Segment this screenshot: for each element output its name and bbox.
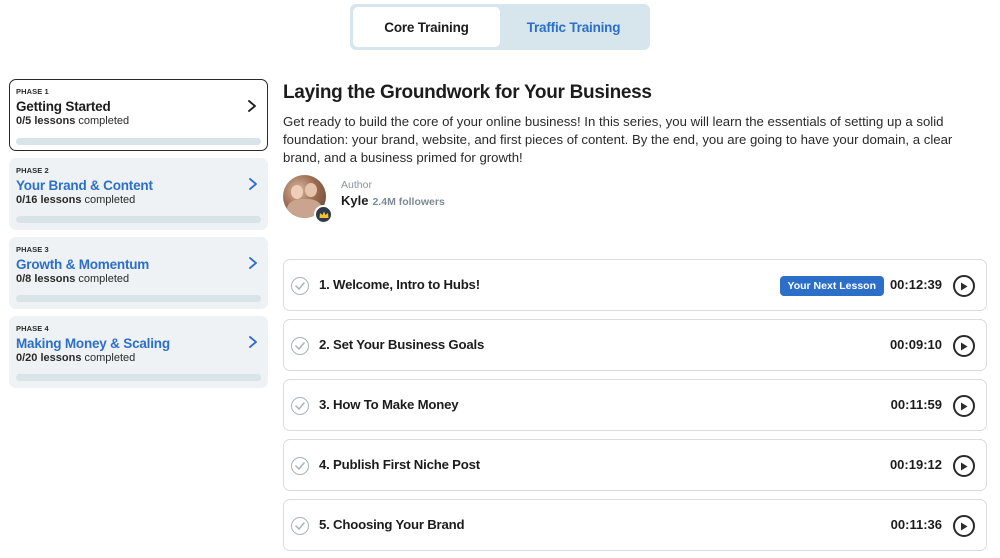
lesson-title: 3. How To Make Money — [319, 397, 459, 412]
chevron-right-icon — [249, 336, 257, 348]
check-circle-icon[interactable] — [291, 457, 309, 475]
chevron-right-icon — [248, 100, 256, 112]
phase-label: PHASE 4 — [16, 324, 49, 333]
lesson-title: 4. Publish First Niche Post — [319, 457, 480, 472]
phase-item-3[interactable]: PHASE 3 Growth & Momentum 0/8 lessons co… — [9, 237, 268, 309]
phase-progress-bar — [16, 216, 261, 223]
lesson-duration: 00:09:10 — [889, 337, 942, 352]
chevron-right-icon — [249, 178, 257, 190]
phase-progress-bar — [16, 295, 261, 302]
crown-icon — [314, 205, 333, 224]
check-circle-icon[interactable] — [291, 337, 309, 355]
lesson-row[interactable]: 1. Welcome, Intro to Hubs! Your Next Les… — [283, 259, 987, 311]
author-followers: 2.4M followers — [372, 196, 445, 208]
phase-detail: Laying the Groundwork for Your Business … — [283, 82, 988, 225]
check-circle-icon[interactable] — [291, 277, 309, 295]
lesson-row[interactable]: 3. How To Make Money 00:11:59 — [283, 379, 987, 431]
phase-title: Your Brand & Content — [16, 178, 153, 193]
play-circle-icon[interactable] — [953, 515, 975, 537]
play-circle-icon[interactable] — [953, 275, 975, 297]
training-toggle: Core Training Traffic Training — [350, 4, 650, 50]
phase-sidebar: PHASE 1 Getting Started 0/5 lessons comp… — [9, 79, 268, 395]
phase-progress-text: 0/5 lessons completed — [16, 115, 130, 127]
phase-progress-text: 0/20 lessons completed — [16, 352, 136, 364]
play-circle-icon[interactable] — [953, 335, 975, 357]
phase-item-4[interactable]: PHASE 4 Making Money & Scaling 0/20 less… — [9, 316, 268, 388]
author-name: Kyle 2.4M followers — [341, 193, 445, 208]
phase-item-1[interactable]: PHASE 1 Getting Started 0/5 lessons comp… — [9, 79, 268, 151]
author-block: Author Kyle 2.4M followers — [283, 175, 988, 225]
phase-progress-bar — [16, 138, 261, 145]
check-circle-icon[interactable] — [291, 397, 309, 415]
phase-label: PHASE 1 — [16, 87, 49, 96]
phase-title: Making Money & Scaling — [16, 336, 170, 351]
page-title: Laying the Groundwork for Your Business — [283, 82, 652, 103]
play-circle-icon[interactable] — [953, 455, 975, 477]
lesson-duration: 00:11:36 — [890, 517, 942, 532]
phase-progress-bar — [16, 374, 261, 381]
lesson-row[interactable]: 5. Choosing Your Brand 00:11:36 — [283, 499, 987, 551]
chevron-right-icon — [249, 257, 257, 269]
phase-title: Getting Started — [16, 99, 111, 114]
author-name-text[interactable]: Kyle — [341, 193, 368, 208]
tab-core-training[interactable]: Core Training — [353, 7, 500, 47]
play-circle-icon[interactable] — [953, 395, 975, 417]
lesson-title: 2. Set Your Business Goals — [319, 337, 485, 352]
lesson-duration: 00:19:12 — [889, 457, 942, 472]
next-lesson-badge[interactable]: Your Next Lesson — [779, 276, 884, 296]
phase-item-2[interactable]: PHASE 2 Your Brand & Content 0/16 lesson… — [9, 158, 268, 230]
lesson-duration: 00:12:39 — [889, 277, 942, 292]
lesson-row[interactable]: 2. Set Your Business Goals 00:09:10 — [283, 319, 987, 371]
check-circle-icon[interactable] — [291, 517, 309, 535]
tab-traffic-training[interactable]: Traffic Training — [500, 7, 647, 47]
lesson-duration: 00:11:59 — [890, 397, 942, 412]
lesson-list: 1. Welcome, Intro to Hubs! Your Next Les… — [283, 259, 987, 558]
phase-progress-text: 0/8 lessons completed — [16, 273, 130, 285]
phase-title: Growth & Momentum — [16, 257, 150, 272]
phase-label: PHASE 2 — [16, 166, 49, 175]
phase-progress-text: 0/16 lessons completed — [16, 194, 136, 206]
lesson-row[interactable]: 4. Publish First Niche Post 00:19:12 — [283, 439, 987, 491]
phase-description: Get ready to build the core of your onli… — [283, 114, 953, 165]
lesson-title: 1. Welcome, Intro to Hubs! — [319, 277, 480, 292]
author-role: Author — [341, 179, 372, 191]
lesson-title: 5. Choosing Your Brand — [319, 517, 465, 532]
phase-label: PHASE 3 — [16, 245, 49, 254]
